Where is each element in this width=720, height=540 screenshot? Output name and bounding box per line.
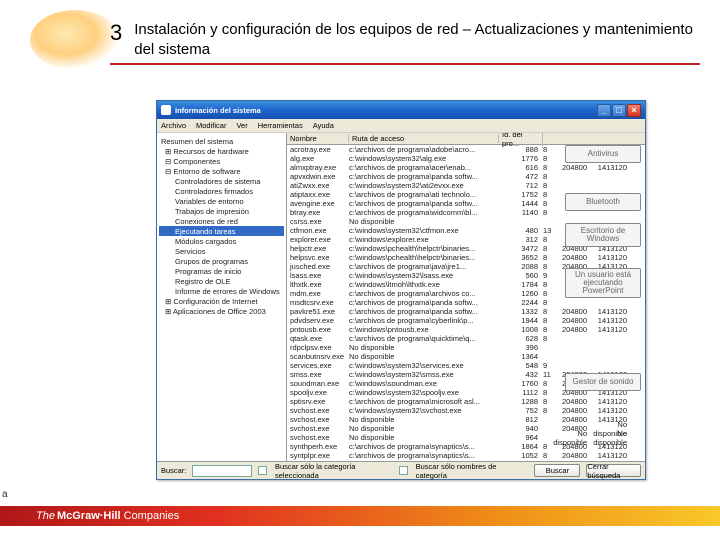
search-input[interactable]: [192, 465, 252, 477]
process-row[interactable]: helpsvc.exec:\windows\pchealth\helpctr\b…: [287, 253, 645, 262]
chapter-header: 3 Instalación y configuración de los equ…: [110, 20, 700, 65]
process-row[interactable]: pntousb.exec:\windows\pntousb.exe1008820…: [287, 325, 645, 334]
checkbox-category[interactable]: [258, 466, 267, 475]
menubar: Archivo Modificar Ver Herramientas Ayuda: [157, 119, 645, 133]
tree-item[interactable]: ⊞ Aplicaciones de Office 2003: [159, 306, 284, 316]
tree-item[interactable]: Variables de entorno: [159, 196, 284, 206]
process-row[interactable]: svchost.exec:\windows\system32\svchost.e…: [287, 406, 645, 415]
tree-item[interactable]: Trabajos de impresión: [159, 206, 284, 216]
tree-panel: Resumen del sistema⊞ Recursos de hardwar…: [157, 133, 287, 461]
menu-item[interactable]: Ayuda: [313, 121, 334, 130]
tree-item[interactable]: ⊟ Componentes: [159, 156, 284, 166]
tree-item[interactable]: ⊞ Configuración de Internet: [159, 296, 284, 306]
menu-item[interactable]: Ver: [236, 121, 247, 130]
tree-item[interactable]: Módulos cargados: [159, 236, 284, 246]
process-row[interactable]: rdpclpsv.exeNo disponible396: [287, 343, 645, 352]
minimize-button[interactable]: _: [597, 104, 611, 117]
process-row[interactable]: synthperh.exec:\archivos de programa\syn…: [287, 442, 645, 451]
callout-label: Gestor de sonido: [565, 373, 641, 391]
process-row[interactable]: atiZwxx.exec:\windows\system32\ati2evxx.…: [287, 181, 645, 190]
tree-item[interactable]: Resumen del sistema: [159, 136, 284, 146]
callout-label: Bluetooth: [565, 193, 641, 211]
tree-item[interactable]: Controladores de sistema: [159, 176, 284, 186]
process-row[interactable]: scanbutnsrv.exeNo disponible1364: [287, 352, 645, 361]
process-row[interactable]: services.exec:\windows\system32\services…: [287, 361, 645, 370]
close-button[interactable]: ×: [627, 104, 641, 117]
tree-item[interactable]: Conexiones de red: [159, 216, 284, 226]
col-name[interactable]: Nombre: [287, 134, 349, 143]
brand-name: McGraw·Hill Companies: [57, 510, 179, 522]
tree-item[interactable]: Servicios: [159, 246, 284, 256]
chapter-title: Instalación y configuración de los equip…: [134, 20, 700, 59]
tree-item[interactable]: ⊟ Entorno de software: [159, 166, 284, 176]
process-row[interactable]: almxptray.exec:\archivos de programa\ace…: [287, 163, 645, 172]
menu-item[interactable]: Modificar: [196, 121, 226, 130]
search-bar: Buscar: Buscar sólo la categoría selecci…: [157, 461, 645, 479]
chk1-label: Buscar sólo la categoría seleccionada: [275, 462, 393, 480]
checkbox-names[interactable]: [399, 466, 408, 475]
footer: The McGraw·Hill Companies: [0, 506, 720, 526]
window-title: Información del sistema: [175, 106, 261, 115]
maximize-button[interactable]: □: [612, 104, 626, 117]
process-row[interactable]: svchost.exeNo disponible964No disponible…: [287, 433, 645, 442]
callout-label: Escritorio de Windows: [565, 223, 641, 247]
menu-item[interactable]: Herramientas: [258, 121, 303, 130]
app-icon: [161, 105, 171, 115]
process-row[interactable]: msdtcsrv.exec:\archivos de programa\pand…: [287, 298, 645, 307]
page-letter: a: [2, 489, 8, 500]
tree-item[interactable]: Programas de inicio: [159, 266, 284, 276]
tree-item[interactable]: ⊞ Recursos de hardware: [159, 146, 284, 156]
tree-item[interactable]: Grupos de programas: [159, 256, 284, 266]
column-headers: Nombre Ruta de acceso Id. del pro...: [287, 133, 645, 145]
tree-item[interactable]: Controladores firmados: [159, 186, 284, 196]
chk2-label: Buscar sólo nombres de categoría: [416, 462, 523, 480]
col-path[interactable]: Ruta de acceso: [349, 134, 499, 143]
process-row[interactable]: pdvdserv.exec:\archivos de programa\cybe…: [287, 316, 645, 325]
process-row[interactable]: sptisrv.exec:\archivos de programa\micro…: [287, 397, 645, 406]
titlebar[interactable]: Información del sistema _ □ ×: [157, 101, 645, 119]
chapter-number: 3: [110, 20, 122, 46]
process-row[interactable]: pavkre51.exec:\archivos de programa\pand…: [287, 307, 645, 316]
tree-item[interactable]: Informe de errores de Windows: [159, 286, 284, 296]
clear-search-button[interactable]: Cerrar búsqueda: [586, 464, 641, 477]
search-button[interactable]: Buscar: [534, 464, 580, 477]
brand-italic: The: [36, 510, 55, 522]
tree-item[interactable]: Ejecutando tareas: [159, 226, 284, 236]
search-label: Buscar:: [161, 466, 186, 475]
system-info-window: Información del sistema _ □ × Archivo Mo…: [156, 100, 646, 480]
process-row[interactable]: apvxdwin.exec:\archivos de programa\pand…: [287, 172, 645, 181]
process-row[interactable]: qtask.exec:\archivos de programa\quickti…: [287, 334, 645, 343]
main-panel: Nombre Ruta de acceso Id. del pro... acr…: [287, 133, 645, 461]
process-row[interactable]: syntplpr.exec:\archivos de programa\syna…: [287, 451, 645, 460]
callout-label: Antivirus: [565, 145, 641, 163]
callout-label: Un usuario está ejecutando PowerPoint: [565, 268, 641, 298]
menu-item[interactable]: Archivo: [161, 121, 186, 130]
tree-item[interactable]: Registro de OLE: [159, 276, 284, 286]
decorative-swirl: [30, 10, 120, 70]
